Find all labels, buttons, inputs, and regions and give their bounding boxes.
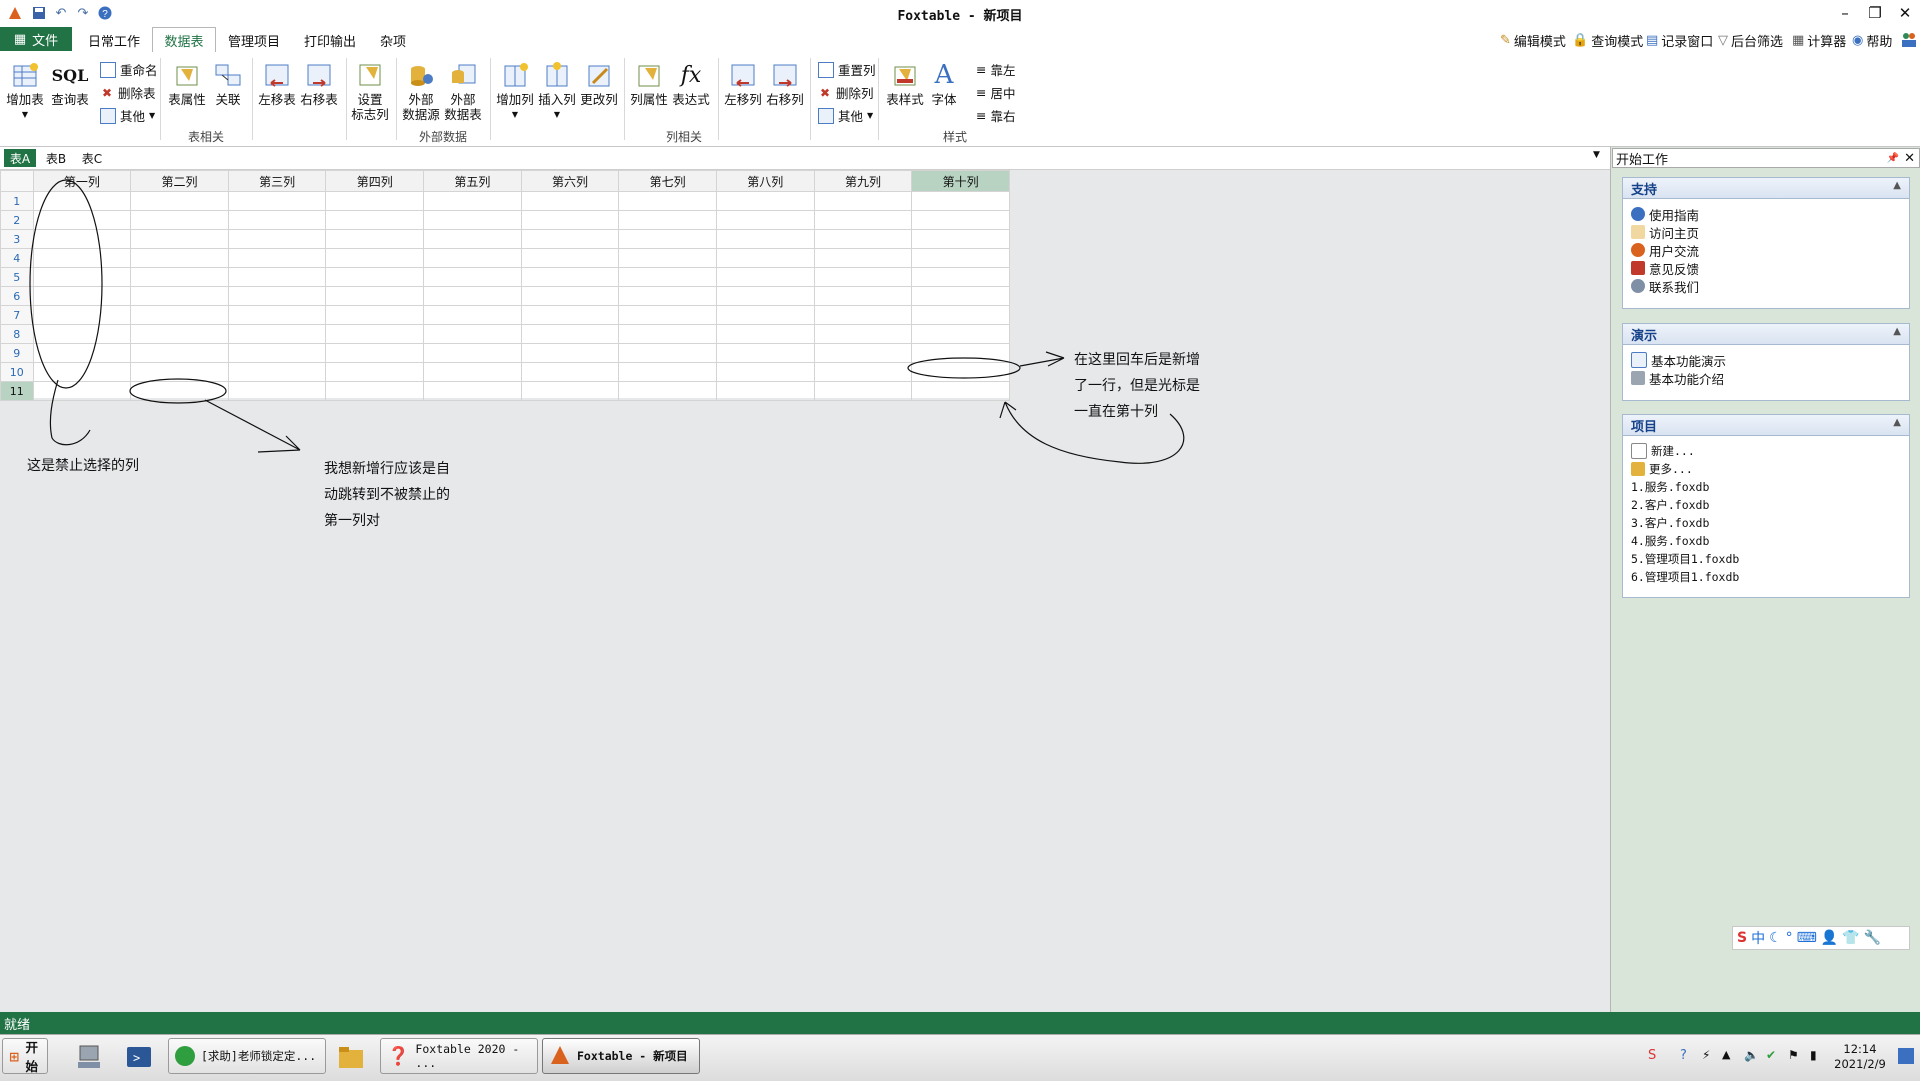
ime-toolbar[interactable]: S 中 ☾ ° ⌨ 👤 👕 🔧 <box>1732 926 1910 950</box>
sogou-tray-icon[interactable]: S <box>1648 1048 1656 1063</box>
status-bar: 就绪 <box>0 1012 1920 1034</box>
contact-icon <box>1631 279 1645 293</box>
taskbar-item-foxtable-project[interactable]: Foxtable - 新项目 <box>542 1038 700 1074</box>
taskbar-item-foxtable-2020[interactable]: ❓ Foxtable 2020 - ... <box>380 1038 538 1074</box>
calculator-link[interactable]: ▦ 计算器 <box>1792 31 1846 50</box>
annotation-drawings <box>29 179 1185 464</box>
browser-icon <box>175 1046 195 1066</box>
recent-project-item[interactable]: 3.客户.foxdb <box>1623 514 1909 532</box>
keyboard-icon[interactable]: ⌨ <box>1797 930 1817 946</box>
recent-project-item[interactable]: 6.管理项目1.foxdb <box>1623 568 1909 586</box>
support-item[interactable]: 使用指南 <box>1623 205 1909 223</box>
collapse-icon[interactable]: ▲ <box>1893 417 1901 428</box>
new-file-icon <box>1631 443 1647 459</box>
flag-icon[interactable]: ⚑ <box>1788 1048 1799 1062</box>
demo-icon <box>1631 352 1647 368</box>
show-desktop-icon[interactable] <box>1898 1048 1914 1064</box>
security-icon[interactable]: ✔ <box>1766 1048 1776 1062</box>
foxtable-icon <box>549 1044 571 1069</box>
demo-box-header[interactable]: 演示 ▲ <box>1623 324 1909 345</box>
project-box: 项目 ▲ 新建... 更多... 1.服务.foxdb 2.客户.foxdb 3.… <box>1622 414 1910 598</box>
help-link[interactable]: ◉ 帮助 <box>1852 31 1892 50</box>
shirt-icon[interactable]: 👕 <box>1842 930 1859 946</box>
moon-icon[interactable]: ☾ <box>1769 930 1782 946</box>
collapse-icon[interactable]: ▲ <box>1893 326 1901 337</box>
svg-text:>: > <box>133 1051 140 1065</box>
recent-project-item[interactable]: 2.客户.foxdb <box>1623 496 1909 514</box>
demo-box: 演示 ▲ 基本功能演示 基本功能介绍 <box>1622 323 1910 401</box>
recent-project-item[interactable]: 1.服务.foxdb <box>1623 478 1909 496</box>
support-item[interactable]: 访问主页 <box>1623 223 1909 241</box>
home-icon <box>1631 225 1645 239</box>
pin-icon[interactable]: 📌 <box>1887 153 1899 164</box>
annotation-note-2: 我想新增行应该是自 动跳转到不被禁止的 第一列对 <box>324 461 450 529</box>
recent-project-item[interactable]: 4.服务.foxdb <box>1623 532 1909 550</box>
help-doc-icon: ❓ <box>387 1045 410 1067</box>
minimize-button[interactable]: – <box>1830 2 1860 24</box>
close-panel-icon[interactable]: ✕ <box>1904 151 1915 166</box>
close-button[interactable]: ✕ <box>1890 2 1920 24</box>
taskbar-item-browser[interactable]: [求助]老师锁定定... <box>168 1038 326 1074</box>
filter-icon: ▽ <box>1718 33 1728 48</box>
user-icon[interactable]: 👤 <box>1821 930 1838 946</box>
collapse-icon[interactable]: ▲ <box>1893 180 1901 191</box>
folder-icon <box>1631 462 1645 476</box>
guide-icon <box>1631 207 1645 221</box>
support-item[interactable]: 用户交流 <box>1623 241 1909 259</box>
help-circle-icon: ◉ <box>1852 33 1864 48</box>
speaker-icon[interactable]: 🔈 <box>1744 1048 1759 1062</box>
window-icon: ▤ <box>1646 33 1659 48</box>
start-button[interactable]: ⊞ 开始 <box>2 1038 48 1074</box>
calculator-icon: ▦ <box>1792 33 1805 48</box>
demo-item[interactable]: 基本功能演示 <box>1623 351 1909 369</box>
sogou-icon: S <box>1737 930 1748 946</box>
support-box-header[interactable]: 支持 ▲ <box>1623 178 1909 199</box>
powershell-icon[interactable]: > <box>124 1042 154 1072</box>
backend-filter-link[interactable]: ▽ 后台筛选 <box>1718 31 1783 50</box>
status-text: 就绪 <box>4 1017 31 1033</box>
annotation-note-3: 在这里回车后是新增 了一行，但是光标是 一直在第十列 <box>1074 352 1200 420</box>
panel-header: 开始工作 📌 ✕ <box>1612 148 1920 168</box>
show-hidden-icons[interactable]: ▲ <box>1722 1048 1730 1061</box>
folder-icon[interactable] <box>336 1042 366 1072</box>
support-item[interactable]: 意见反馈 <box>1623 259 1909 277</box>
ime-language[interactable]: 中 <box>1751 928 1765 948</box>
demo-item[interactable]: 基本功能介绍 <box>1623 369 1909 387</box>
recent-project-item[interactable]: 5.管理项目1.foxdb <box>1623 550 1909 568</box>
network-tray-icon[interactable]: ⚡ <box>1702 1048 1710 1062</box>
project-more-item[interactable]: 更多... <box>1623 460 1909 478</box>
windows-logo-icon: ⊞ <box>9 1048 20 1064</box>
punctuation-icon[interactable]: ° <box>1786 930 1793 946</box>
clock[interactable]: 12:14 2021/2/9 <box>1830 1042 1890 1072</box>
annotation-note-1: 这是禁止选择的列 <box>27 458 139 474</box>
wrench-icon[interactable]: 🔧 <box>1864 930 1881 946</box>
intro-icon <box>1631 371 1645 385</box>
project-new-item[interactable]: 新建... <box>1623 442 1909 460</box>
support-box: 支持 ▲ 使用指南 访问主页 用户交流 意见反馈 联系我们 <box>1622 177 1910 309</box>
support-item[interactable]: 联系我们 <box>1623 277 1909 295</box>
signal-icon[interactable]: ▮ <box>1810 1048 1817 1062</box>
users-icon <box>1631 243 1645 257</box>
record-window-link[interactable]: ▤ 记录窗口 <box>1646 31 1713 50</box>
restore-button[interactable]: ❐ <box>1860 2 1890 24</box>
help-tray-icon[interactable]: ? <box>1680 1048 1687 1063</box>
people-icon[interactable] <box>1900 30 1918 48</box>
project-box-header[interactable]: 项目 ▲ <box>1623 415 1909 436</box>
computer-icon[interactable] <box>74 1042 104 1072</box>
feedback-icon <box>1631 261 1645 275</box>
